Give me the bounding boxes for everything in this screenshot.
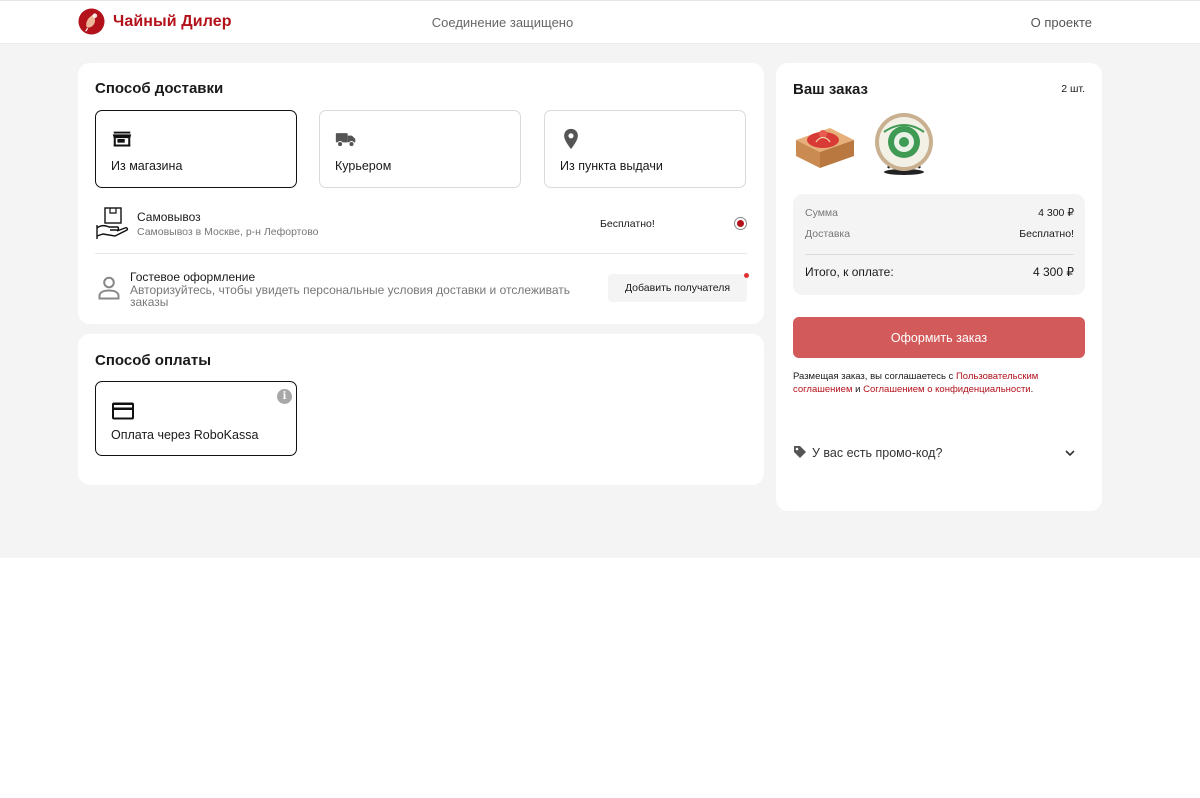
- pickup-subtitle: Самовывоз в Москве, р-н Лефортово: [137, 226, 319, 238]
- promo-code-label: У вас есть промо-код?: [812, 446, 943, 460]
- pickup-method-row[interactable]: Самовывоз Самовывоз в Москве, р-н Лефорт…: [95, 206, 747, 254]
- agreement-suffix: .: [1030, 384, 1034, 395]
- tag-icon: [794, 446, 806, 458]
- pickup-title: Самовывоз: [137, 210, 201, 224]
- promo-code-toggle[interactable]: У вас есть промо-код?: [793, 442, 1085, 464]
- add-recipient-button[interactable]: Добавить получателя: [608, 274, 747, 302]
- payment-option-label: Оплата через RoboKassa: [111, 428, 259, 442]
- sum-label: Сумма: [805, 207, 838, 219]
- delivery-cost-label: Доставка: [805, 228, 851, 240]
- delivery-option-label: Из магазина: [111, 159, 183, 173]
- store-icon: [112, 131, 132, 147]
- tea-box-product[interactable]: [790, 110, 858, 178]
- credit-card-icon: [112, 402, 134, 420]
- privacy-agreement-link[interactable]: Соглашением о конфиденциальности: [863, 384, 1031, 395]
- total-value: 4 300 ₽: [1033, 265, 1074, 279]
- sum-value: 4 300 ₽: [1038, 207, 1074, 219]
- delivery-option-label: Курьером: [335, 159, 392, 173]
- agreement-text: Размещая заказ, вы соглашаетесь с Пользо…: [793, 370, 1085, 396]
- pickup-price: Бесплатно!: [600, 218, 655, 230]
- payment-card: Способ оплаты i Оплата через RoboKassa: [78, 334, 764, 485]
- hand-package-icon: [96, 207, 129, 239]
- map-pin-icon: [564, 128, 578, 150]
- truck-icon: [335, 133, 356, 148]
- secure-connection-label: Соединение защищено: [431, 15, 574, 30]
- order-title: Ваш заказ: [793, 81, 868, 98]
- agreement-prefix: Размещая заказ, вы соглашаетесь с: [793, 371, 956, 382]
- order-card: Ваш заказ 2 шт. Сумма 4 300 ₽ Доставка Б…: [776, 63, 1102, 511]
- delivery-option-courier[interactable]: Курьером: [319, 110, 521, 188]
- guest-title: Гостевое оформление: [130, 270, 256, 284]
- payment-title: Способ оплаты: [95, 352, 212, 369]
- chevron-down-icon: [1065, 450, 1075, 457]
- header: Чайный Дилер Соединение защищено О проек…: [0, 0, 1200, 44]
- summary-divider: [805, 254, 1074, 255]
- info-icon[interactable]: i: [277, 389, 292, 404]
- delivery-option-pickup-point[interactable]: Из пункта выдачи: [544, 110, 746, 188]
- pu-erh-cake-product[interactable]: [870, 110, 938, 178]
- guest-subtitle: Авторизуйтесь, чтобы увидеть персональны…: [130, 283, 571, 309]
- total-label: Итого, к оплате:: [805, 265, 894, 279]
- agreement-conjunction: и: [852, 384, 864, 395]
- place-order-button[interactable]: Оформить заказ: [793, 317, 1085, 358]
- delivery-option-label: Из пункта выдачи: [560, 159, 663, 173]
- about-link[interactable]: О проекте: [1031, 15, 1092, 30]
- delivery-option-store[interactable]: Из магазина: [95, 110, 297, 188]
- payment-option-robokassa[interactable]: i Оплата через RoboKassa: [95, 381, 297, 456]
- order-summary: Сумма 4 300 ₽ Доставка Бесплатно! Итого,…: [793, 194, 1085, 295]
- user-icon: [98, 276, 120, 300]
- pickup-radio[interactable]: [734, 217, 747, 230]
- delivery-title: Способ доставки: [95, 80, 224, 97]
- required-indicator-dot: [744, 273, 749, 278]
- delivery-card: Способ доставки Из магазина Курьером Из …: [78, 63, 764, 324]
- guest-checkout-row: Гостевое оформление Авторизуйтесь, чтобы…: [95, 264, 749, 314]
- delivery-cost-value: Бесплатно!: [1019, 228, 1074, 240]
- order-item-count: 2 шт.: [1061, 83, 1085, 95]
